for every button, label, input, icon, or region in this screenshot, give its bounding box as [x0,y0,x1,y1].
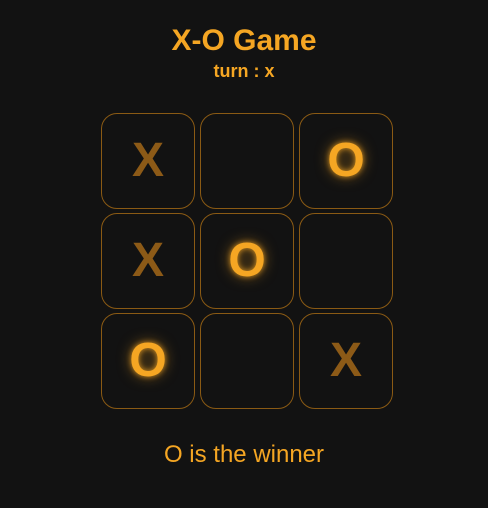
cell-mark: O [327,134,365,187]
board-cell-4[interactable]: X [101,213,195,309]
board-cell-8[interactable] [200,313,294,409]
cell-mark: O [129,334,167,387]
cell-mark: X [131,134,164,187]
cell-mark: X [329,334,362,387]
board-cell-2[interactable] [200,113,294,209]
turn-indicator: turn : x [213,61,275,81]
board-cell-6[interactable] [299,213,393,309]
board-cell-7[interactable]: O [101,313,195,409]
game-board: X O X O O X [101,113,395,411]
board-cell-1[interactable]: X [101,113,195,209]
board-cell-9[interactable]: X [299,313,393,409]
board-cell-3[interactable]: O [299,113,393,209]
cell-mark: X [131,234,164,287]
winner-message: O is the winner [163,441,325,468]
cell-mark: O [228,234,266,287]
board-cell-5[interactable]: O [200,213,294,309]
game-title: X-O Game [171,24,317,57]
